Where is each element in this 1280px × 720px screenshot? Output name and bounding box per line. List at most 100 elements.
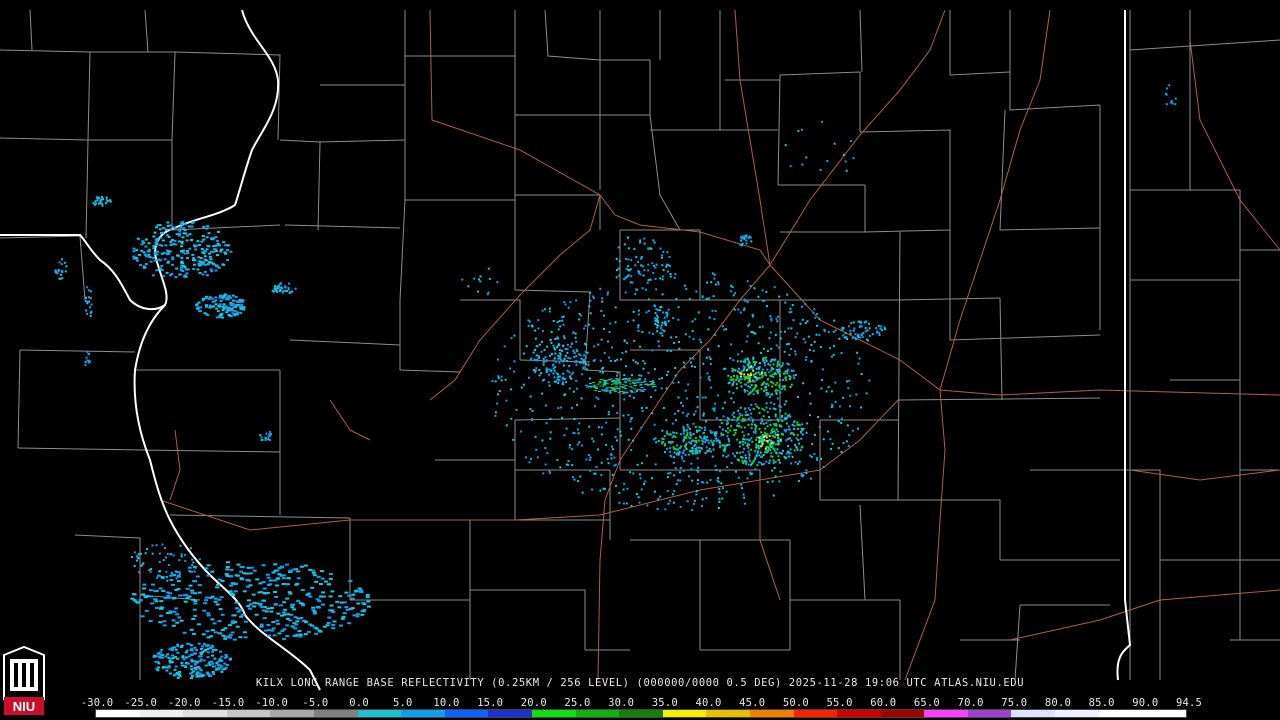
radar-echo xyxy=(174,588,179,591)
radar-echo xyxy=(754,423,756,426)
radar-echo xyxy=(575,355,578,358)
county-border xyxy=(859,504,866,601)
radar-echo xyxy=(188,584,193,587)
radar-echo xyxy=(141,240,145,243)
radar-echo xyxy=(774,413,777,416)
radar-echo xyxy=(58,261,61,264)
radar-echo xyxy=(92,202,95,205)
radar-echo xyxy=(211,671,215,673)
radar-echo xyxy=(639,241,641,244)
radar-echo xyxy=(682,469,685,472)
radar-echo xyxy=(614,383,618,385)
radar-echo xyxy=(732,369,735,371)
radar-echo xyxy=(568,444,571,446)
radar-echo xyxy=(538,368,541,371)
radar-echo xyxy=(167,564,170,566)
radar-echo xyxy=(585,368,588,371)
radar-echo xyxy=(708,379,711,382)
radar-echo xyxy=(636,289,639,291)
radar-echo xyxy=(294,623,299,626)
radar-echo xyxy=(225,574,230,577)
radar-echo xyxy=(848,434,851,437)
radar-echo xyxy=(139,264,142,267)
radar-echo xyxy=(765,435,768,438)
radar-echo xyxy=(528,461,531,464)
radar-echo xyxy=(176,657,180,660)
radar-echo xyxy=(589,377,591,380)
radar-echo xyxy=(314,632,319,635)
radar-echo xyxy=(561,381,564,384)
radar-echo xyxy=(772,447,775,450)
radar-echo xyxy=(236,563,241,566)
radar-echo xyxy=(759,445,762,448)
radar-echo xyxy=(773,449,776,452)
radar-echo xyxy=(222,303,226,306)
highway-line xyxy=(169,429,181,501)
radar-echo xyxy=(800,437,803,440)
radar-echo xyxy=(717,345,720,348)
highway-line xyxy=(734,9,771,266)
radar-echo xyxy=(563,434,566,437)
radar-echo xyxy=(574,332,577,335)
radar-echo xyxy=(273,569,278,572)
radar-echo xyxy=(180,240,184,243)
radar-echo xyxy=(768,439,771,442)
radar-echo xyxy=(663,435,666,437)
radar-echo xyxy=(793,449,796,452)
radar-echo xyxy=(833,142,836,145)
radar-echo xyxy=(818,317,821,320)
radar-echo xyxy=(231,312,235,315)
radar-echo xyxy=(603,384,607,386)
radar-echo xyxy=(858,325,861,328)
radar-echo xyxy=(642,360,645,362)
radar-echo xyxy=(546,345,549,348)
radar-echo xyxy=(842,442,845,444)
radar-echo xyxy=(705,420,707,423)
radar-echo xyxy=(548,354,551,357)
radar-echo xyxy=(783,372,785,375)
radar-echo xyxy=(633,391,637,393)
radar-echo xyxy=(132,247,136,250)
radar-echo xyxy=(641,462,644,465)
radar-echo xyxy=(158,228,162,231)
radar-echo xyxy=(744,377,747,379)
radar-echo xyxy=(727,374,730,377)
radar-echo xyxy=(621,383,625,385)
radar-echo xyxy=(614,463,617,466)
radar-echo xyxy=(820,387,823,390)
county-border xyxy=(999,109,1101,231)
radar-echo xyxy=(1174,97,1177,100)
radar-echo xyxy=(771,455,774,458)
radar-echo xyxy=(736,360,739,363)
radar-echo xyxy=(740,455,743,458)
radar-echo xyxy=(513,360,516,363)
radar-echo xyxy=(750,448,753,451)
radar-echo xyxy=(562,364,565,367)
radar-echo xyxy=(653,490,656,493)
radar-echo xyxy=(627,379,631,381)
radar-echo xyxy=(749,409,752,411)
radar-echo xyxy=(165,575,168,578)
radar-echo xyxy=(600,461,603,464)
radar-echo xyxy=(744,407,746,410)
colorbar-tick-label: -10.0 xyxy=(255,697,289,709)
radar-echo xyxy=(236,304,240,306)
radar-echo xyxy=(784,412,787,415)
radar-echo xyxy=(756,464,759,467)
radar-echo xyxy=(686,429,689,432)
radar-echo xyxy=(542,379,545,382)
radar-echo xyxy=(769,432,772,435)
radar-echo xyxy=(236,301,240,303)
radar-echo xyxy=(764,433,767,436)
radar-echo xyxy=(270,607,274,609)
radar-echo xyxy=(655,441,658,444)
radar-echo xyxy=(846,380,849,383)
radar-echo xyxy=(831,405,834,408)
radar-echo xyxy=(533,369,535,371)
radar-echo xyxy=(775,389,777,392)
radar-echo xyxy=(800,431,803,434)
radar-echo xyxy=(614,381,618,383)
radar-echo xyxy=(647,263,650,266)
radar-echo xyxy=(762,347,765,350)
radar-echo xyxy=(647,371,650,374)
